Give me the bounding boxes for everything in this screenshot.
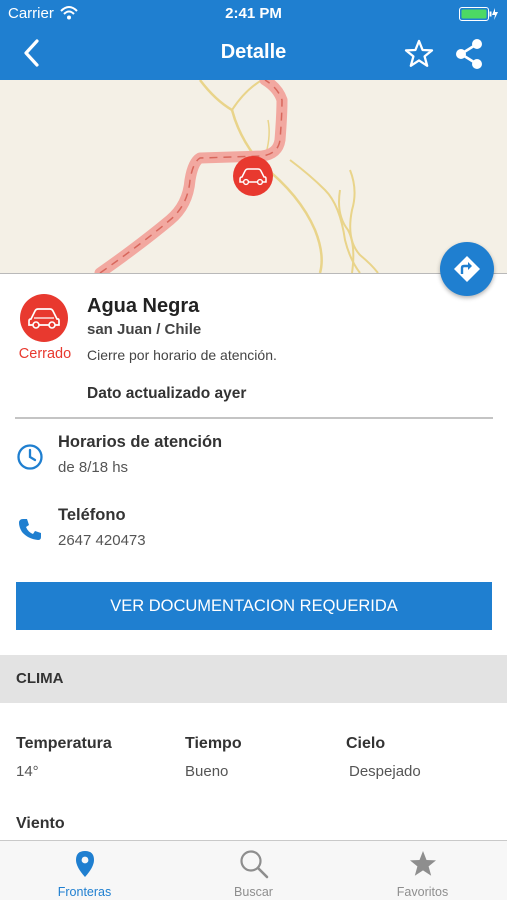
battery-icon [459, 7, 498, 21]
phone-icon [19, 519, 41, 540]
tab-favoritos[interactable]: Favoritos [338, 841, 507, 901]
crossing-info: Cerrado Agua Negra san Juan / Chile Cier… [0, 274, 507, 420]
favorite-star-icon[interactable] [403, 38, 435, 70]
map-pin-icon [76, 851, 94, 877]
star-icon [410, 851, 436, 876]
tab-label: Buscar [234, 885, 273, 899]
clima-section-header: CLIMA [0, 655, 507, 703]
phone-row[interactable]: Teléfono 2647 420473 [0, 506, 507, 566]
section-divider [15, 417, 493, 419]
map-marker[interactable] [233, 156, 273, 196]
view-documentation-button[interactable]: VER DOCUMENTACION REQUERIDA [16, 582, 492, 630]
crossing-location: san Juan / Chile [87, 321, 202, 338]
phone-label: Teléfono [58, 506, 126, 524]
weather-condition: Tiempo Bueno [185, 735, 242, 780]
tab-label: Fronteras [57, 885, 112, 899]
car-icon [28, 308, 60, 329]
weather-value: Despejado [349, 763, 421, 780]
crossing-description: Cierre por horario de atención. [87, 347, 277, 363]
map-roads [94, 80, 379, 273]
weather-label: Viento [16, 815, 65, 832]
status-label: Cerrado [18, 346, 72, 362]
last-updated: Dato actualizado ayer [87, 385, 247, 402]
weather-label: Tiempo [185, 735, 242, 752]
weather-sky: Cielo Despejado [346, 735, 421, 780]
weather-label: Temperatura [16, 735, 112, 752]
tab-label: Favoritos [396, 885, 449, 899]
weather-value: Bueno [185, 763, 229, 780]
weather-wind: Viento [16, 815, 65, 833]
closed-status-icon [20, 294, 68, 342]
hours-row: Horarios de atención de 8/18 hs [0, 433, 507, 493]
navigation-bar: Detalle [0, 28, 507, 80]
clock-time: 2:41 PM [225, 5, 282, 22]
phone-number[interactable]: 2647 420473 [58, 532, 146, 549]
tab-buscar[interactable]: Buscar [169, 841, 338, 901]
status-bar: Carrier 2:41 PM [0, 0, 507, 28]
search-icon [240, 850, 269, 879]
hours-label: Horarios de atención [58, 433, 223, 451]
clock-icon [17, 444, 43, 470]
weather-temperature: Temperatura 14° [16, 735, 112, 780]
weather-value: 14° [16, 763, 39, 780]
clima-title: CLIMA [16, 670, 64, 687]
map-view[interactable] [0, 80, 507, 273]
tab-fronteras[interactable]: Fronteras [0, 841, 169, 901]
weather-label: Cielo [346, 735, 386, 752]
tab-bar: Fronteras Buscar Favoritos [0, 840, 507, 900]
crossing-name: Agua Negra [87, 295, 200, 317]
hours-value: de 8/18 hs [58, 459, 129, 476]
share-icon[interactable] [452, 37, 486, 71]
